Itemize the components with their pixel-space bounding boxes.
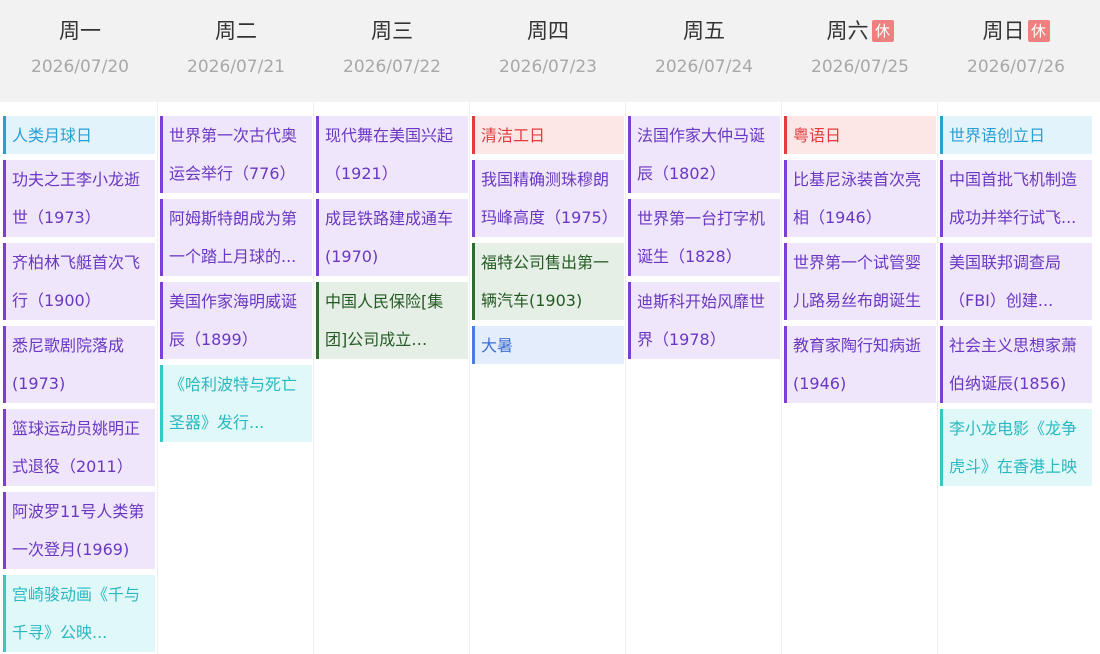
event-text: 大暑 [481,336,514,355]
calendar-event[interactable]: 社会主义思想家萧伯纳诞辰(1856) [940,326,1092,403]
day-name-label: 周五 [683,19,725,43]
calendar-event[interactable]: 法国作家大仲马诞辰（1802） [628,116,780,193]
day-column-1: 人类月球日功夫之王李小龙逝世（1973） 齐柏林飞艇首次飞行（1900） 悉尼歌剧院… [1,102,157,654]
day-name-label: 周一 [59,19,101,43]
day-column-2: 世界第一次古代奥运会举行（776） 阿姆斯特朗成为第一个踏上月球的... 美国作家海… [157,102,313,654]
event-text: 美国作家海明威诞辰（1899） [169,292,298,349]
calendar-event[interactable]: 美国作家海明威诞辰（1899） [160,282,312,359]
calendar-event[interactable]: 中国首批飞机制造成功并举行试飞... [940,160,1092,237]
day-header-6: 周六休 2026/07/25 [782,0,938,102]
day-date: 2026/07/22 [343,57,441,77]
calendar-event[interactable]: 世界第一台打字机诞生（1828） [628,199,780,276]
calendar-event[interactable]: 福特公司售出第一辆汽车(1903) [472,243,624,320]
event-text: 世界语创立日 [949,126,1046,145]
calendar-event[interactable]: 现代舞在美国兴起（1921） [316,116,468,193]
calendar-event[interactable]: 中国人民保险[集团]公司成立(1996) [316,282,468,359]
event-text: 清洁工日 [481,126,546,145]
event-text: 阿波罗11号人类第一次登月(1969) [12,502,145,559]
day-date: 2026/07/20 [31,57,129,77]
rest-day-badge: 休 [871,20,894,42]
calendar-event[interactable]: 悉尼歌剧院落成(1973) [3,326,155,403]
day-header-7: 周日休 2026/07/26 [938,0,1094,102]
day-name-label: 周日 [982,19,1025,43]
event-text: 粤语日 [793,126,842,145]
day-name: 周五 [626,17,782,45]
day-name-label: 周四 [527,19,569,43]
day-header-1: 周一 2026/07/20 [2,0,158,102]
calendar-event[interactable]: 粤语日 [784,116,936,154]
event-text: 功夫之王李小龙逝世（1973） [12,170,141,227]
calendar-event[interactable]: 美国联邦调查局（FBI）创建... [940,243,1092,320]
day-name: 周四 [470,17,626,45]
day-column-5: 法国作家大仲马诞辰（1802） 世界第一台打字机诞生（1828） 迪斯科开始风靡世界… [625,102,781,654]
event-text: 我国精确测珠穆朗玛峰高度（1975） [481,170,618,227]
day-name: 周三 [314,17,470,45]
event-text: 世界第一次古代奥运会举行（776） [169,126,298,183]
event-text: 法国作家大仲马诞辰（1802） [637,126,766,183]
event-text: 悉尼歌剧院落成(1973) [12,336,125,393]
day-header-3: 周三 2026/07/22 [314,0,470,102]
rest-day-badge: 休 [1027,20,1050,42]
calendar-event[interactable]: 世界第一次古代奥运会举行（776） [160,116,312,193]
day-name-label: 周二 [215,19,257,43]
calendar-event[interactable]: 功夫之王李小龙逝世（1973） [3,160,155,237]
calendar-event[interactable]: 人类月球日 [3,116,155,154]
calendar-event[interactable]: 我国精确测珠穆朗玛峰高度（1975） [472,160,624,237]
day-column-4: 清洁工日我国精确测珠穆朗玛峰高度（1975） 福特公司售出第一辆汽车(1903) 大… [469,102,625,654]
event-text: 社会主义思想家萧伯纳诞辰(1856) [949,336,1078,393]
day-date: 2026/07/25 [811,57,909,77]
calendar-event[interactable]: 《哈利波特与死亡圣器》发行... [160,365,312,442]
event-text: 齐柏林飞艇首次飞行（1900） [12,253,141,310]
day-date: 2026/07/23 [499,57,597,77]
event-text: 福特公司售出第一辆汽车(1903) [481,253,610,310]
day-column-3: 现代舞在美国兴起（1921） 成昆铁路建成通车(1970) 中国人民保险[集团]公司… [313,102,469,654]
calendar-event[interactable]: 阿姆斯特朗成为第一个踏上月球的... [160,199,312,276]
calendar-event[interactable]: 篮球运动员姚明正式退役（2011） [3,409,155,486]
day-header-4: 周四 2026/07/23 [470,0,626,102]
event-text: 比基尼泳装首次亮相（1946） [793,170,922,227]
day-name: 周一 [2,17,158,45]
event-text: 《哈利波特与死亡圣器》发行... [169,375,298,432]
event-text: 人类月球日 [12,126,93,145]
week-header: 周一 2026/07/20 周二 2026/07/21 周三 2026/07/22 周四 20… [0,0,1100,102]
day-name-label: 周六 [826,19,869,43]
event-text: 美国联邦调查局（FBI）创建... [949,253,1062,310]
event-text: 世界第一台打字机诞生（1828） [637,209,766,266]
calendar-event[interactable]: 迪斯科开始风靡世界（1978） [628,282,780,359]
day-header-5: 周五 2026/07/24 [626,0,782,102]
calendar-event[interactable]: 成昆铁路建成通车(1970) [316,199,468,276]
week-calendar: 周一 2026/07/20 周二 2026/07/21 周三 2026/07/22 周四 20… [0,0,1100,654]
calendar-event[interactable]: 清洁工日 [472,116,624,154]
calendar-event[interactable]: 大暑 [472,326,624,364]
day-date: 2026/07/21 [187,57,285,77]
event-text: 世界第一个试管婴儿路易丝布朗诞生 [793,253,922,310]
calendar-event[interactable]: 世界语创立日 [940,116,1092,154]
event-text: 教育家陶行知病逝(1946) [793,336,922,393]
calendar-event[interactable]: 教育家陶行知病逝(1946) [784,326,936,403]
calendar-event[interactable]: 李小龙电影《龙争虎斗》在香港上映 [940,409,1092,486]
day-column-7: 世界语创立日中国首批飞机制造成功并举行试飞... 美国联邦调查局（FBI）创建..… [937,102,1093,654]
event-text: 宫崎骏动画《千与千寻》公映... [12,585,141,642]
event-text: 中国首批飞机制造成功并举行试飞... [949,170,1078,227]
day-name-label: 周三 [371,19,413,43]
event-text: 李小龙电影《龙争虎斗》在香港上映 [949,419,1078,476]
event-text: 中国人民保险[集团]公司成立(1996) [325,292,444,349]
calendar-event[interactable]: 世界第一个试管婴儿路易丝布朗诞生 [784,243,936,320]
event-text: 迪斯科开始风靡世界（1978） [637,292,766,349]
day-date: 2026/07/26 [967,57,1065,77]
event-text: 阿姆斯特朗成为第一个踏上月球的... [169,209,298,266]
calendar-event[interactable]: 宫崎骏动画《千与千寻》公映... [3,575,155,652]
day-name: 周六休 [782,17,938,45]
event-text: 现代舞在美国兴起（1921） [325,126,454,183]
event-text: 篮球运动员姚明正式退役（2011） [12,419,141,476]
day-column-6: 粤语日比基尼泳装首次亮相（1946） 世界第一个试管婴儿路易丝布朗诞生 教育家陶行知… [781,102,937,654]
day-name: 周日休 [938,17,1094,45]
day-name: 周二 [158,17,314,45]
day-date: 2026/07/24 [655,57,753,77]
calendar-event[interactable]: 阿波罗11号人类第一次登月(1969) [3,492,155,569]
event-text: 成昆铁路建成通车(1970) [325,209,454,266]
day-header-2: 周二 2026/07/21 [158,0,314,102]
calendar-event[interactable]: 比基尼泳装首次亮相（1946） [784,160,936,237]
calendar-event[interactable]: 齐柏林飞艇首次飞行（1900） [3,243,155,320]
